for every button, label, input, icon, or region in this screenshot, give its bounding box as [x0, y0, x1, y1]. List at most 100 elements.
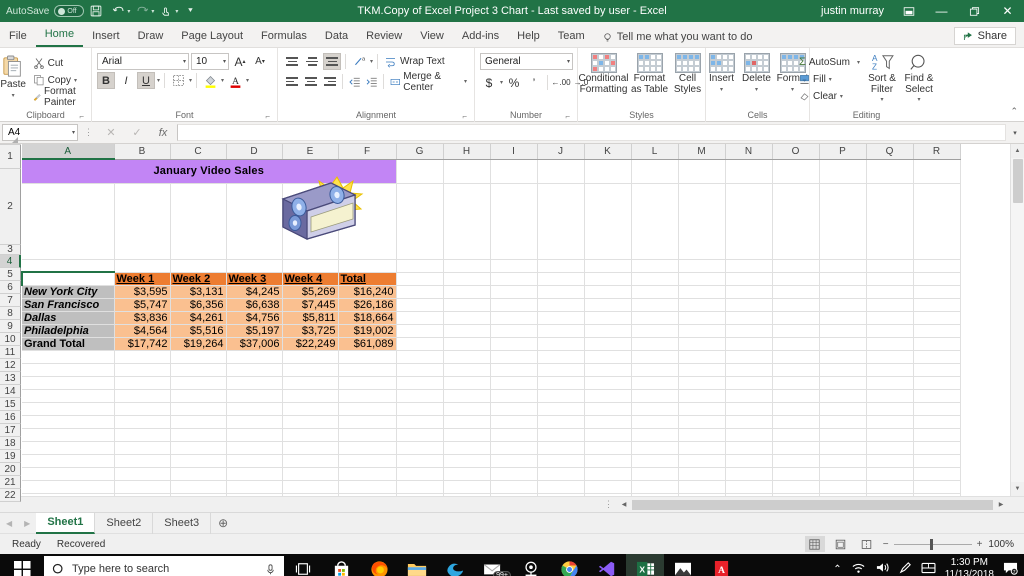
- data-cell[interactable]: $16,240: [338, 285, 397, 299]
- horizontal-scroll-thumb[interactable]: [632, 499, 993, 510]
- cell-N11[interactable]: [725, 363, 773, 377]
- cell-N18[interactable]: [725, 454, 773, 468]
- cell-Q1[interactable]: [866, 159, 914, 184]
- cell-N21[interactable]: [725, 493, 773, 496]
- cell-A14[interactable]: [22, 402, 115, 416]
- increase-indent-button[interactable]: [364, 73, 379, 90]
- cell-G16[interactable]: [396, 428, 444, 442]
- row-header-4[interactable]: 4: [0, 255, 21, 268]
- cell-L14[interactable]: [631, 402, 679, 416]
- name-box-chevron-down-icon[interactable]: ▾: [72, 129, 75, 136]
- table-header-cell[interactable]: Week 1: [114, 272, 171, 286]
- cell-E11[interactable]: [282, 363, 339, 377]
- touch-mode-icon[interactable]: [156, 2, 176, 20]
- enter-formula-icon[interactable]: ✓: [125, 126, 149, 139]
- data-cell[interactable]: $5,269: [282, 285, 339, 299]
- cell-C14[interactable]: [170, 402, 227, 416]
- cell-R7[interactable]: [913, 311, 961, 325]
- add-sheet-icon[interactable]: ⊕: [211, 516, 235, 530]
- cell-O14[interactable]: [772, 402, 820, 416]
- delete-dropdown-icon[interactable]: ▾: [755, 86, 758, 93]
- touch-mode-dropdown-icon[interactable]: ▾: [175, 8, 178, 15]
- fill-dropdown-icon[interactable]: ▾: [829, 76, 832, 83]
- data-cell[interactable]: $5,516: [170, 324, 227, 338]
- column-header-e[interactable]: E: [282, 144, 339, 160]
- cell-J18[interactable]: [537, 454, 585, 468]
- cell-H1[interactable]: [443, 159, 491, 184]
- restore-icon[interactable]: [958, 0, 991, 22]
- font-size-select[interactable]: 10 ▾: [191, 53, 229, 70]
- cell-D2[interactable]: [226, 183, 283, 260]
- cell-A20[interactable]: [22, 480, 115, 494]
- cell-F10[interactable]: [338, 350, 397, 364]
- accounting-format-button[interactable]: $: [480, 74, 498, 91]
- cell-H14[interactable]: [443, 402, 491, 416]
- cell-I7[interactable]: [490, 311, 538, 325]
- cell-O17[interactable]: [772, 441, 820, 455]
- cell-L20[interactable]: [631, 480, 679, 494]
- cell-C13[interactable]: [170, 389, 227, 403]
- cell-G9[interactable]: [396, 337, 444, 351]
- alignment-dialog-launcher[interactable]: ⌐: [462, 112, 467, 121]
- next-sheet-icon[interactable]: ▶: [24, 519, 30, 528]
- cell-P5[interactable]: [819, 285, 867, 299]
- cell-G7[interactable]: [396, 311, 444, 325]
- cell-I9[interactable]: [490, 337, 538, 351]
- cell-A11[interactable]: [22, 363, 115, 377]
- cell-N1[interactable]: [725, 159, 773, 184]
- cell-O3[interactable]: [772, 259, 820, 273]
- cell-N7[interactable]: [725, 311, 773, 325]
- cell-E21[interactable]: [282, 493, 339, 496]
- cell-O11[interactable]: [772, 363, 820, 377]
- orientation-dropdown-icon[interactable]: ▾: [370, 58, 373, 65]
- cell-K7[interactable]: [584, 311, 632, 325]
- cell-K21[interactable]: [584, 493, 632, 496]
- column-header-i[interactable]: I: [490, 144, 538, 160]
- data-cell[interactable]: $6,638: [226, 298, 283, 312]
- active-cell-a4[interactable]: [21, 271, 115, 286]
- data-cell[interactable]: $22,249: [282, 337, 339, 351]
- cell-Q20[interactable]: [866, 480, 914, 494]
- cell-C16[interactable]: [170, 428, 227, 442]
- vscode-icon[interactable]: [588, 554, 626, 576]
- cell-B18[interactable]: [114, 454, 171, 468]
- cell-F19[interactable]: [338, 467, 397, 481]
- cell-B11[interactable]: [114, 363, 171, 377]
- italic-button[interactable]: I: [117, 72, 135, 89]
- number-format-chevron-down-icon[interactable]: ▾: [563, 58, 570, 65]
- cell-B2[interactable]: [114, 183, 171, 260]
- cell-I2[interactable]: [490, 183, 538, 260]
- cell-D11[interactable]: [226, 363, 283, 377]
- cell-G20[interactable]: [396, 480, 444, 494]
- page-break-view-icon[interactable]: [857, 536, 877, 552]
- cell-O6[interactable]: [772, 298, 820, 312]
- split-handle[interactable]: ⋮: [600, 499, 617, 510]
- row-header-14[interactable]: 14: [0, 385, 21, 398]
- cell-G13[interactable]: [396, 389, 444, 403]
- volume-icon[interactable]: [875, 561, 890, 576]
- cell-K12[interactable]: [584, 376, 632, 390]
- sheet-nav-buttons[interactable]: ◀ ▶: [0, 519, 36, 528]
- cell-R17[interactable]: [913, 441, 961, 455]
- cell-H11[interactable]: [443, 363, 491, 377]
- vertical-scrollbar[interactable]: ▲ ▼: [1010, 144, 1024, 496]
- cell-P9[interactable]: [819, 337, 867, 351]
- row-label-cell[interactable]: Grand Total: [22, 337, 115, 351]
- undo-icon[interactable]: [108, 2, 128, 20]
- collapse-ribbon-icon[interactable]: ⌃: [1010, 106, 1018, 117]
- cell-H5[interactable]: [443, 285, 491, 299]
- bold-button[interactable]: B: [97, 72, 115, 89]
- select-all-button[interactable]: [0, 137, 21, 145]
- cell-Q4[interactable]: [866, 272, 914, 286]
- cell-I16[interactable]: [490, 428, 538, 442]
- cell-E16[interactable]: [282, 428, 339, 442]
- cell-R12[interactable]: [913, 376, 961, 390]
- column-header-a[interactable]: A: [22, 144, 115, 160]
- cell-M18[interactable]: [678, 454, 726, 468]
- cell-K15[interactable]: [584, 415, 632, 429]
- cell-H18[interactable]: [443, 454, 491, 468]
- cell-C15[interactable]: [170, 415, 227, 429]
- data-cell[interactable]: $3,131: [170, 285, 227, 299]
- photos-icon[interactable]: [664, 554, 702, 576]
- cell-M15[interactable]: [678, 415, 726, 429]
